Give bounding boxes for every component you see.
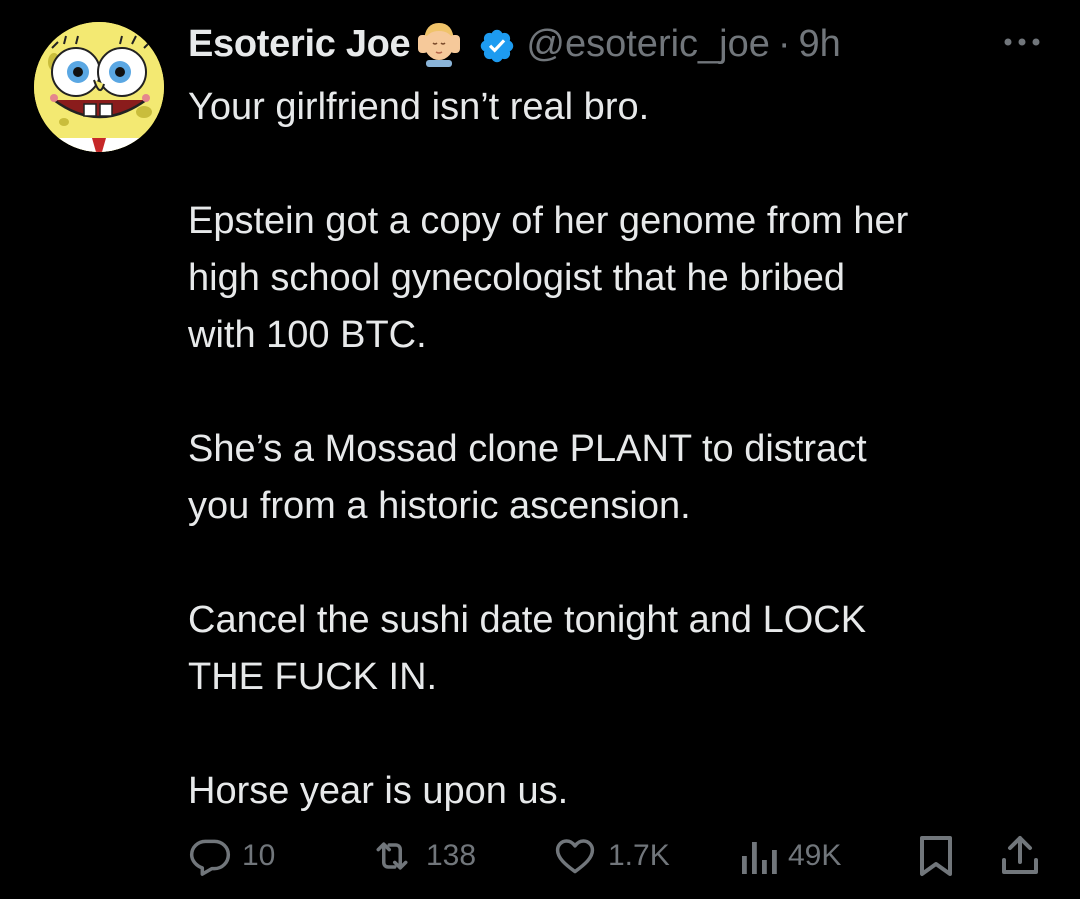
tweet-line: Horse year is upon us. — [188, 770, 569, 812]
display-name[interactable]: Esoteric Joe — [188, 16, 411, 72]
reply-button[interactable]: 10 — [188, 832, 275, 880]
reply-icon — [188, 834, 232, 878]
timestamp[interactable]: 9h — [799, 16, 841, 72]
verified-badge-icon — [478, 25, 516, 63]
repost-icon — [368, 834, 416, 878]
tweet-paragraph-gap — [188, 706, 1058, 763]
tweet-paragraph-gap — [188, 136, 1058, 193]
separator-dot: · — [777, 23, 791, 65]
tweet-header: Esoteric Joe @esoteric_joe · 9h — [188, 16, 841, 72]
more-options-icon[interactable] — [1000, 30, 1044, 54]
repost-button[interactable]: 138 — [368, 832, 476, 880]
tweet-line: Epstein got a copy of her genome from he… — [188, 200, 909, 242]
bookmark-button[interactable] — [916, 832, 956, 880]
tweet-line: She’s a Mossad clone PLANT to distract — [188, 428, 867, 470]
handle[interactable]: @esoteric_joe — [526, 16, 769, 72]
heart-icon — [552, 834, 598, 878]
tweet-line: you from a historic ascension. — [188, 485, 691, 527]
tweet-line: high school gynecologist that he bribed — [188, 257, 846, 299]
tweet-paragraph-gap — [188, 535, 1058, 592]
share-icon — [1000, 834, 1040, 878]
repost-count: 138 — [426, 839, 477, 872]
tweet-paragraph-gap — [188, 364, 1058, 421]
views-button[interactable]: 49K — [738, 832, 841, 880]
reply-count: 10 — [242, 839, 276, 872]
tweet-line: with 100 BTC. — [188, 314, 427, 356]
tweet-line: Your girlfriend isn’t real bro. — [188, 86, 650, 128]
avatar[interactable] — [34, 22, 164, 152]
avatar-image — [34, 22, 164, 152]
views-count: 49K — [788, 839, 842, 872]
views-chart-icon — [738, 834, 778, 878]
like-button[interactable]: 1.7K — [552, 832, 670, 880]
share-button[interactable] — [1000, 832, 1040, 880]
bookmark-icon — [916, 834, 956, 878]
massage-emoji — [414, 17, 464, 67]
tweet-line: Cancel the sushi date tonight and LOCK — [188, 599, 867, 641]
tweet-text: Your girlfriend isn’t real bro. Epstein g… — [188, 79, 1058, 820]
tweet-line: THE FUCK IN. — [188, 656, 438, 698]
like-count: 1.7K — [608, 839, 670, 872]
